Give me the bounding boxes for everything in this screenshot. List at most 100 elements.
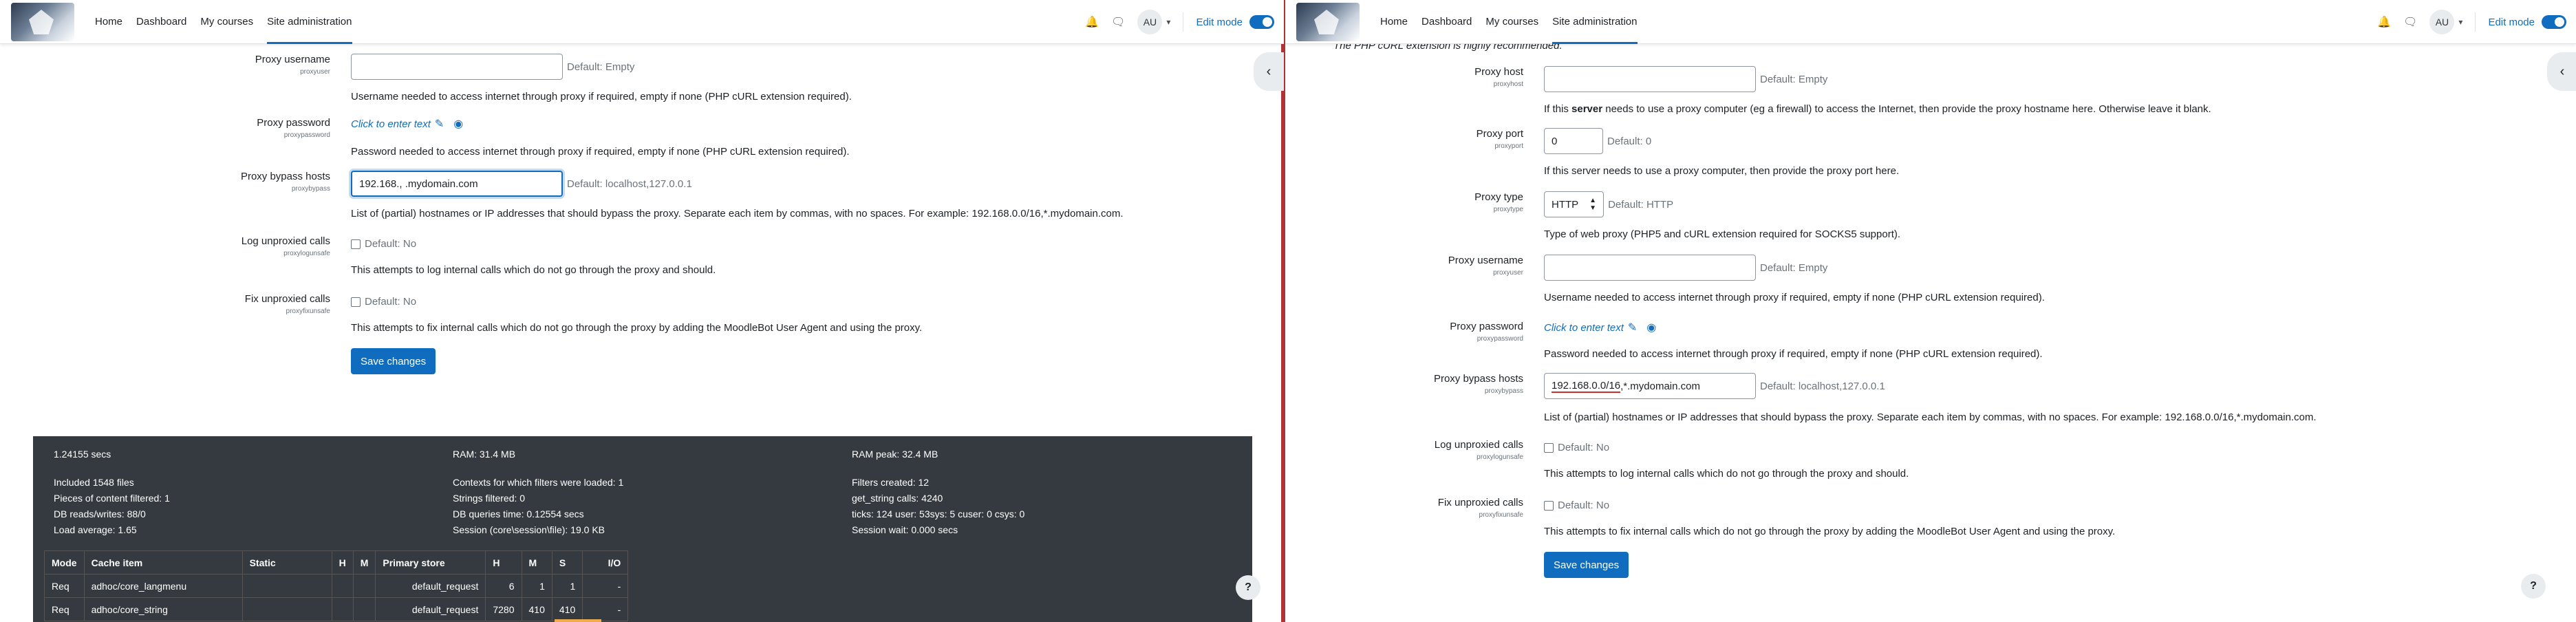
eye-icon[interactable]: ◉ <box>453 117 463 131</box>
user-navigation: 🔔 🗨 AU ▾ Edit mode <box>1085 0 1274 44</box>
fix-unproxied-checkbox[interactable] <box>351 297 361 307</box>
chevron-left-icon: ‹ <box>2559 63 2565 79</box>
question-icon[interactable]: ? <box>1236 575 1260 600</box>
click-to-enter-text-link[interactable]: Click to enter text <box>351 118 431 130</box>
setting-description: This attempts to fix internal calls whic… <box>351 322 923 334</box>
edit-mode-toggle[interactable] <box>1249 15 1274 29</box>
perf-ram-peak: RAM peak: 32.4 MB <box>852 449 938 460</box>
avatar: AU <box>2429 10 2455 34</box>
proxy-username-input[interactable] <box>1544 255 1756 281</box>
default-value: Default: Empty <box>1760 261 1828 274</box>
perf-item: DB queries time: 0.12554 secs <box>453 508 584 519</box>
screenshot-root: Home Dashboard My courses Site administr… <box>0 0 2576 622</box>
user-menu[interactable]: AU ▾ <box>2429 10 2462 34</box>
nav-home[interactable]: Home <box>88 0 129 44</box>
perf-item: Session (core\session\file): 19.0 KB <box>453 524 605 535</box>
primary-navigation: Home Dashboard My courses Site administr… <box>1373 0 1644 44</box>
perf-item: Filters created: 12 <box>852 477 930 488</box>
bell-icon[interactable]: 🔔 <box>1085 15 1099 29</box>
setting-control: Click to enter text ✎ ◉ <box>351 117 463 131</box>
chat-icon[interactable]: 🗨 <box>1111 15 1125 29</box>
proxy-bypass-input[interactable]: 192.168.0.0/16 ,*.mydomain.com <box>1544 373 1756 399</box>
log-unproxied-checkbox[interactable] <box>351 239 361 249</box>
edit-mode-switch[interactable]: Edit mode <box>2488 15 2566 29</box>
question-icon[interactable]: ? <box>2521 574 2546 599</box>
eye-icon[interactable]: ◉ <box>1646 321 1656 334</box>
default-value: Default: Empty <box>567 61 635 73</box>
open-block-drawer-button[interactable]: ‹ <box>1254 52 1284 91</box>
table-header-row: Mode Cache item Static H M Primary store… <box>44 550 629 575</box>
perf-item: DB reads/writes: 88/0 <box>54 508 146 519</box>
setting-label: Proxy password proxypassword <box>1450 321 1523 343</box>
proxy-type-select[interactable]: HTTP ▲ ▼ <box>1544 191 1604 217</box>
setting-label: Proxy password proxypassword <box>257 117 330 139</box>
setting-label: Proxy bypass hosts proxybypass <box>1433 373 1523 395</box>
site-logo[interactable] <box>1296 3 1360 41</box>
setting-control: Default: No <box>1544 442 1609 453</box>
perf-item: ticks: 124 user: 53sys: 5 cuser: 0 csys:… <box>852 508 1025 519</box>
table-row: Req adhoc/core_langmenu default_request … <box>44 574 629 598</box>
left-pane: Home Dashboard My courses Site administr… <box>0 0 1284 622</box>
setting-description: If this server needs to use a proxy comp… <box>1544 103 2211 115</box>
setting-label: Proxy port proxyport <box>1476 128 1523 150</box>
setting-label: Proxy type proxytype <box>1474 191 1523 213</box>
default-value: Default: No <box>365 238 417 250</box>
nav-home[interactable]: Home <box>1373 0 1415 44</box>
nav-site-administration[interactable]: Site administration <box>1545 0 1644 44</box>
perf-secs: 1.24155 secs <box>54 449 111 460</box>
setting-label: Proxy host proxyhost <box>1474 66 1523 88</box>
nav-dashboard[interactable]: Dashboard <box>129 0 193 44</box>
user-menu[interactable]: AU ▾ <box>1137 10 1170 34</box>
proxy-bypass-input[interactable]: 192.168., .mydomain.com <box>351 171 563 197</box>
setting-control: Default: No <box>1544 500 1609 511</box>
default-value: Default: 0 <box>1607 135 1652 147</box>
setting-description: This attempts to fix internal calls whic… <box>1544 526 2116 537</box>
perf-item: Session wait: 0.000 secs <box>852 524 958 535</box>
setting-label: Fix unproxied calls proxyfixunsafe <box>1437 497 1523 519</box>
fix-unproxied-checkbox[interactable] <box>1544 500 1554 511</box>
pencil-icon[interactable]: ✎ <box>435 117 444 131</box>
bell-icon[interactable]: 🔔 <box>2377 15 2391 29</box>
default-value: Default: No <box>1558 442 1610 453</box>
save-changes-button[interactable]: Save changes <box>1544 552 1629 578</box>
chat-icon[interactable]: 🗨 <box>2403 15 2417 29</box>
setting-description: List of (partial) hostnames or IP addres… <box>1544 411 2317 423</box>
click-to-enter-text-link[interactable]: Click to enter text <box>1544 322 1624 334</box>
perf-item: Load average: 1.65 <box>54 524 137 535</box>
setting-control: Default: Empty <box>1544 66 1827 92</box>
io-indicator <box>555 619 601 622</box>
perf-item: Pieces of content filtered: 1 <box>54 493 170 504</box>
nav-my-courses[interactable]: My courses <box>193 0 260 44</box>
setting-description: Username needed to access internet throu… <box>1544 292 2045 303</box>
setting-control: Default: Empty <box>1544 255 1827 281</box>
perf-ram: RAM: 31.4 MB <box>453 449 516 460</box>
default-value: Default: localhost,127.0.0.1 <box>1760 380 1885 392</box>
proxy-username-input[interactable] <box>351 54 563 80</box>
open-block-drawer-button[interactable]: ‹ <box>2547 52 2576 91</box>
nav-site-administration[interactable]: Site administration <box>260 0 358 44</box>
setting-description: Password needed to access internet throu… <box>1544 348 2043 360</box>
proxy-port-input[interactable]: 0 <box>1544 128 1603 154</box>
chevron-down-icon: ▾ <box>2458 17 2463 27</box>
default-value: Default: No <box>1558 500 1610 511</box>
setting-label: Proxy username proxyuser <box>255 54 330 76</box>
edit-mode-switch[interactable]: Edit mode <box>1196 15 1274 29</box>
setting-label: Fix unproxied calls proxyfixunsafe <box>244 293 330 315</box>
setting-description: Username needed to access internet throu… <box>351 91 852 103</box>
setting-description: List of (partial) hostnames or IP addres… <box>351 208 1124 219</box>
chevron-left-icon: ‹ <box>1266 63 1271 79</box>
setting-description: This attempts to log internal calls whic… <box>1544 468 1909 480</box>
setting-label: Proxy username proxyuser <box>1448 255 1523 277</box>
pencil-icon[interactable]: ✎ <box>1628 321 1637 334</box>
save-changes-button[interactable]: Save changes <box>351 348 436 374</box>
navbar: Home Dashboard My courses Site administr… <box>0 0 1284 44</box>
edit-mode-label: Edit mode <box>1196 16 1243 28</box>
site-logo[interactable] <box>11 3 74 41</box>
nav-my-courses[interactable]: My courses <box>1479 0 1545 44</box>
perf-item: Contexts for which filters were loaded: … <box>453 477 624 488</box>
chevron-down-icon: ▾ <box>1166 17 1171 27</box>
nav-dashboard[interactable]: Dashboard <box>1415 0 1479 44</box>
log-unproxied-checkbox[interactable] <box>1544 442 1554 453</box>
edit-mode-toggle[interactable] <box>2542 15 2566 29</box>
proxy-host-input[interactable] <box>1544 66 1756 92</box>
